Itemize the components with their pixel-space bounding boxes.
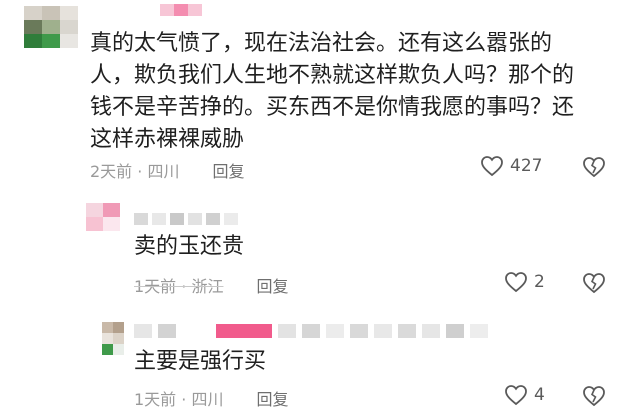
comment-text-line-3: 钱不是辛苦挣的。买东西不是你情我愿的事吗？还 [90,95,575,120]
comment-text-line-1: 卖的玉还贵 [134,234,245,259]
reply-button[interactable]: 回复 [213,162,245,181]
username[interactable] [134,213,238,225]
reply-button[interactable]: 回复 [257,390,289,409]
comment-text-line-1: 主要是强行买 [134,349,267,374]
broken-heart-icon[interactable] [582,272,606,294]
reply-button[interactable]: 回复 [257,277,289,296]
heart-outline-icon [505,385,527,406]
heart-outline-icon [481,156,503,177]
broken-heart-icon[interactable] [582,385,606,407]
like-count: 427 [510,156,543,176]
broken-heart-icon[interactable] [582,156,606,178]
time-location: 1天前 · 四川 [134,390,224,409]
like-count: 4 [534,385,545,405]
like-button[interactable]: 2 [504,271,545,293]
comment-2: 卖的玉还贵 1天前 · 浙江 回复 2 [0,195,640,305]
like-button[interactable]: 4 [504,384,545,406]
username[interactable] [160,4,202,16]
like-button[interactable]: 427 [480,155,542,177]
comment-3: 主要是强行买 1天前 · 四川 回复 4 [0,312,640,409]
avatar[interactable] [86,203,120,231]
comment-meta: 1天前 · 浙江 回复 [134,273,289,297]
comment-meta: 1天前 · 四川 回复 [134,386,289,410]
comment-meta: 2天前 · 四川 回复 [90,158,245,182]
comment-text-line-1: 真的太气愤了，现在法治社会。还有这么嚣张的 [90,31,553,56]
avatar[interactable] [24,6,78,48]
comment-1: 真的太气愤了，现在法治社会。还有这么嚣张的 人，欺负我们人生地不熟就这样欺负人吗… [0,0,640,190]
time-location: 2天前 · 四川 [90,162,180,181]
like-count: 2 [534,272,545,292]
comment-text-line-2: 人，欺负我们人生地不熟就这样欺负人吗？那个的 [90,63,575,88]
avatar[interactable] [102,322,124,355]
heart-outline-icon [505,272,527,293]
time-location: 1天前 · 浙江 [134,277,224,296]
username[interactable] [134,324,504,338]
comment-text-line-4: 这样赤裸裸威胁 [90,127,245,152]
